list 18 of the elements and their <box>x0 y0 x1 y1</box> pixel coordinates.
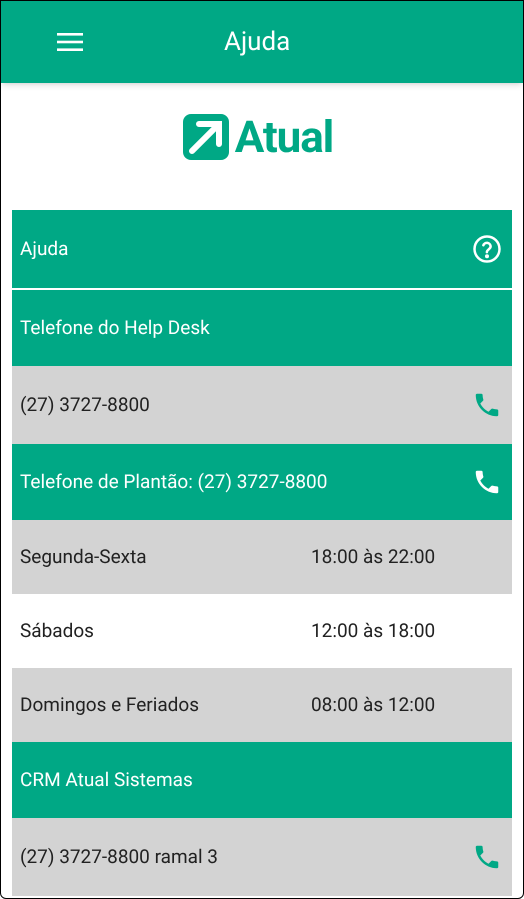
section-title: Ajuda <box>20 236 68 262</box>
phone-number: (27) 3727-8800 ramal 3 <box>20 844 218 870</box>
day-label: Sábados <box>20 618 95 644</box>
phone-row[interactable]: (27) 3727-8800 <box>12 366 512 444</box>
section-title: Telefone de Plantão: (27) 3727-8800 <box>20 468 328 495</box>
time-range: 18:00 às 22:00 <box>311 544 436 570</box>
time-range: 12:00 às 18:00 <box>311 618 436 644</box>
phone-number: (27) 3727-8800 <box>20 392 150 418</box>
help-icon[interactable] <box>472 234 502 264</box>
app-bar-title: Ajuda <box>224 26 290 58</box>
time-range: 08:00 às 12:00 <box>311 692 436 718</box>
phone-row[interactable]: (27) 3727-8800 ramal 3 <box>12 818 512 896</box>
day-label: Domingos e Feriados <box>20 692 200 718</box>
section-title: CRM Atual Sistemas <box>20 766 193 793</box>
day-label: Segunda-Sexta <box>20 544 148 570</box>
section-title: Telefone do Help Desk <box>20 314 210 341</box>
menu-icon[interactable] <box>57 33 83 51</box>
logo-text: Atual <box>234 115 334 159</box>
